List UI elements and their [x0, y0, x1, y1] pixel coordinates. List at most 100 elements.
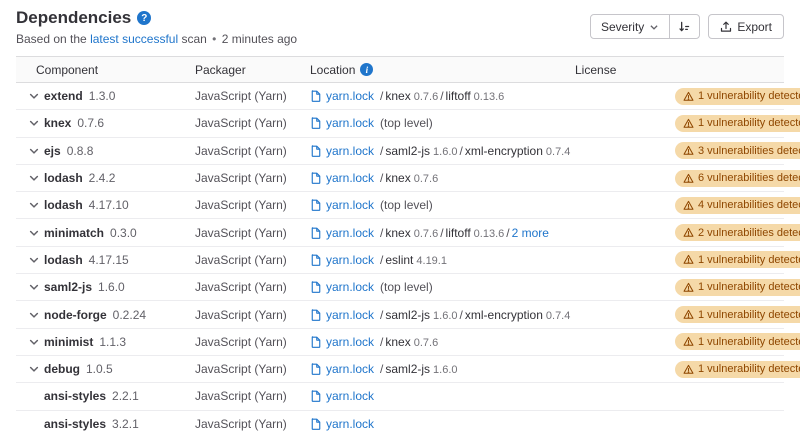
badge-cell: 1 vulnerability detected	[675, 279, 800, 296]
table-row: node-forge 0.2.24 JavaScript (Yarn) yarn…	[16, 301, 784, 328]
export-button[interactable]: Export	[708, 14, 784, 39]
location-file-link[interactable]: yarn.lock	[326, 226, 374, 240]
severity-dropdown[interactable]: Severity	[591, 15, 670, 38]
location-file-link[interactable]: yarn.lock	[326, 171, 374, 185]
document-icon	[310, 418, 322, 430]
vulnerability-badge[interactable]: 1 vulnerability detected	[675, 306, 800, 323]
component-name: debug	[44, 362, 80, 376]
component-version: 2.2.1	[112, 389, 139, 403]
location-file-link[interactable]: yarn.lock	[326, 362, 374, 376]
component-name: lodash	[44, 198, 83, 212]
chevron-down-icon[interactable]	[28, 117, 40, 129]
chevron-down-icon[interactable]	[28, 172, 40, 184]
component-name: lodash	[44, 253, 83, 267]
chevron-down-icon[interactable]	[28, 145, 40, 157]
document-icon	[310, 254, 322, 266]
packager-label: JavaScript (Yarn)	[195, 116, 310, 130]
location-file-link[interactable]: yarn.lock	[326, 389, 374, 403]
table-body: extend 1.3.0 JavaScript (Yarn) yarn.lock…	[16, 83, 784, 436]
badge-label: 1 vulnerability detected	[698, 309, 800, 321]
path-separator: /	[506, 226, 509, 240]
component-cell: ansi-styles 3.2.1	[28, 417, 195, 431]
column-header-location[interactable]: Location i	[310, 63, 575, 77]
component-cell: debug 1.0.5	[28, 362, 195, 376]
path-separator: /	[380, 226, 383, 240]
location-file-link[interactable]: yarn.lock	[326, 335, 374, 349]
path-package-version: 0.7.4	[546, 310, 570, 322]
chevron-down-icon[interactable]	[28, 363, 40, 375]
chevron-down-icon[interactable]	[28, 281, 40, 293]
chevron-down-icon[interactable]	[28, 254, 40, 266]
sort-lowest-icon	[678, 20, 691, 33]
table-row: lodash 4.17.15 JavaScript (Yarn) yarn.lo…	[16, 247, 784, 274]
warning-triangle-icon	[683, 91, 694, 102]
vulnerability-badge[interactable]: 1 vulnerability detected	[675, 279, 800, 296]
vulnerability-badge[interactable]: 2 vulnerabilities detected	[675, 224, 800, 241]
column-header-packager[interactable]: Packager	[195, 63, 310, 77]
more-locations-link[interactable]: 2 more	[512, 226, 549, 240]
location-file-link[interactable]: yarn.lock	[326, 417, 374, 431]
warning-triangle-icon	[683, 364, 694, 375]
component-version: 1.3.0	[89, 89, 116, 103]
location-cell: yarn.lock	[310, 417, 575, 431]
component-cell: minimist 1.1.3	[28, 335, 195, 349]
column-header-component[interactable]: Component	[28, 63, 195, 77]
warning-triangle-icon	[683, 227, 694, 238]
warning-triangle-icon	[683, 254, 694, 265]
packager-label: JavaScript (Yarn)	[195, 335, 310, 349]
table-row: ejs 0.8.8 JavaScript (Yarn) yarn.lock /s…	[16, 138, 784, 165]
component-cell: ejs 0.8.8	[28, 144, 195, 158]
chevron-down-icon[interactable]	[28, 90, 40, 102]
component-name: ansi-styles	[44, 417, 106, 431]
chevron-down-icon[interactable]	[28, 309, 40, 321]
packager-label: JavaScript (Yarn)	[195, 308, 310, 322]
scan-time: 2 minutes ago	[222, 32, 297, 46]
vulnerability-badge[interactable]: 1 vulnerability detected	[675, 251, 800, 268]
path-separator: /	[440, 226, 443, 240]
vulnerability-badge[interactable]: 3 vulnerabilities detected	[675, 142, 800, 159]
chevron-down-icon	[649, 22, 659, 32]
latest-successful-link[interactable]: latest successful	[90, 32, 178, 46]
location-cell: yarn.lock /knex0.7.6	[310, 171, 575, 185]
component-cell: node-forge 0.2.24	[28, 308, 195, 322]
component-version: 3.2.1	[112, 417, 139, 431]
info-icon[interactable]: i	[360, 63, 373, 76]
badge-label: 1 vulnerability detected	[698, 363, 800, 375]
location-path: /saml2-js1.6.0	[378, 362, 457, 376]
location-file-link[interactable]: yarn.lock	[326, 116, 374, 130]
vulnerability-badge[interactable]: 1 vulnerability detected	[675, 333, 800, 350]
vulnerability-badge[interactable]: 1 vulnerability detected	[675, 361, 800, 378]
location-path: /knex0.7.6/liftoff0.13.6/2 more	[378, 226, 549, 240]
chevron-down-icon[interactable]	[28, 199, 40, 211]
path-separator: /	[380, 171, 383, 185]
column-header-license[interactable]: License	[575, 63, 675, 77]
component-cell: knex 0.7.6	[28, 116, 195, 130]
chevron-down-icon[interactable]	[28, 336, 40, 348]
location-path: /knex0.7.6/liftoff0.13.6	[378, 89, 504, 103]
vulnerability-badge[interactable]: 1 vulnerability detected	[675, 115, 800, 132]
location-file-link[interactable]: yarn.lock	[326, 144, 374, 158]
path-package-version: 1.6.0	[433, 364, 457, 376]
vulnerability-badge[interactable]: 6 vulnerabilities detected	[675, 170, 800, 187]
vulnerability-badge[interactable]: 4 vulnerabilities detected	[675, 197, 800, 214]
document-icon	[310, 172, 322, 184]
chevron-down-icon[interactable]	[28, 227, 40, 239]
vulnerability-badge[interactable]: 1 vulnerability detected	[675, 88, 800, 105]
path-package-version: 0.13.6	[474, 228, 505, 240]
page-header: Dependencies ? Based on the latest succe…	[0, 0, 800, 46]
component-cell: lodash 2.4.2	[28, 171, 195, 185]
help-icon[interactable]: ?	[137, 11, 151, 25]
component-version: 0.7.6	[77, 116, 104, 130]
component-version: 1.6.0	[98, 280, 125, 294]
location-file-link[interactable]: yarn.lock	[326, 89, 374, 103]
table-row: debug 1.0.5 JavaScript (Yarn) yarn.lock …	[16, 356, 784, 383]
location-path: /knex0.7.6	[378, 335, 438, 349]
location-file-link[interactable]: yarn.lock	[326, 253, 374, 267]
component-version: 0.2.24	[113, 308, 146, 322]
location-file-link[interactable]: yarn.lock	[326, 198, 374, 212]
path-package-name: knex	[385, 89, 410, 103]
sort-order-button[interactable]	[670, 15, 699, 38]
location-file-link[interactable]: yarn.lock	[326, 308, 374, 322]
location-file-link[interactable]: yarn.lock	[326, 280, 374, 294]
warning-triangle-icon	[683, 200, 694, 211]
